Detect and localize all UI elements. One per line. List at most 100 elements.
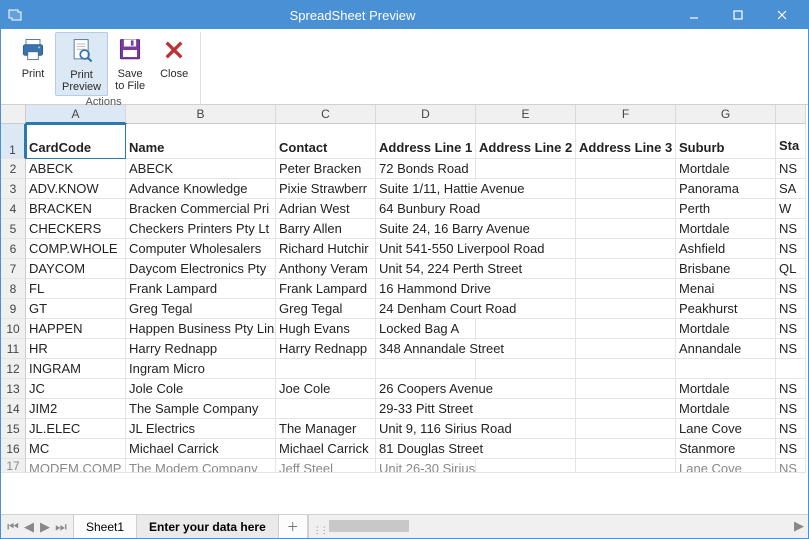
spreadsheet-area[interactable]: ABCDEFG1CardCodeNameContactAddress Line … [1, 105, 808, 514]
select-all-corner[interactable] [1, 105, 26, 124]
cell-A12[interactable]: INGRAM [26, 359, 126, 379]
col-header-F[interactable]: F [576, 105, 676, 124]
cell-C8[interactable]: Frank Lampard [276, 279, 376, 299]
cell-D15[interactable]: Unit 9, 116 Sirius Road [376, 419, 476, 439]
cell-A11[interactable]: HR [26, 339, 126, 359]
hscroll-track[interactable]: ▶ [308, 515, 808, 538]
cell-G14[interactable]: Mortdale [676, 399, 776, 419]
col-header-D[interactable]: D [376, 105, 476, 124]
row-header-17[interactable]: 17 [1, 459, 26, 473]
cell-A2[interactable]: ABECK [26, 159, 126, 179]
cell-F4[interactable] [576, 199, 676, 219]
cell-B5[interactable]: Checkers Printers Pty Lt [126, 219, 276, 239]
cell-G12[interactable] [676, 359, 776, 379]
header-cell-partial[interactable]: Sta [776, 124, 806, 159]
cell-H16[interactable]: NS [776, 439, 806, 459]
save-to-file-button[interactable]: Save to File [108, 32, 152, 96]
cell-E16[interactable] [476, 439, 576, 459]
print-button[interactable]: Print [11, 32, 55, 96]
cell-B13[interactable]: Jole Cole [126, 379, 276, 399]
cell-F9[interactable] [576, 299, 676, 319]
cell-C11[interactable]: Harry Rednapp [276, 339, 376, 359]
cell-D17[interactable]: Unit 26-30 Sirius Lane [376, 459, 476, 473]
cell-G4[interactable]: Perth [676, 199, 776, 219]
row-header-6[interactable]: 6 [1, 239, 26, 259]
cell-C10[interactable]: Hugh Evans [276, 319, 376, 339]
cell-G16[interactable]: Stanmore [676, 439, 776, 459]
cell-E12[interactable] [476, 359, 576, 379]
col-header-C[interactable]: C [276, 105, 376, 124]
cell-A6[interactable]: COMP.WHOLE [26, 239, 126, 259]
cell-G7[interactable]: Brisbane [676, 259, 776, 279]
cell-C16[interactable]: Michael Carrick [276, 439, 376, 459]
row-header-10[interactable]: 10 [1, 319, 26, 339]
cell-F12[interactable] [576, 359, 676, 379]
cell-B11[interactable]: Harry Rednapp [126, 339, 276, 359]
cell-G17[interactable]: Lane Cove [676, 459, 776, 473]
cell-B10[interactable]: Happen Business Pty Lin [126, 319, 276, 339]
row-header-8[interactable]: 8 [1, 279, 26, 299]
cell-E4[interactable] [476, 199, 576, 219]
cell-B15[interactable]: JL Electrics [126, 419, 276, 439]
tab-splitter-grip-icon[interactable] [313, 521, 321, 531]
cell-C17[interactable]: Jeff Steel [276, 459, 376, 473]
close-file-button[interactable]: Close [152, 32, 196, 96]
tab-first-icon[interactable]: ⏮ [5, 518, 21, 536]
cell-B12[interactable]: Ingram Micro [126, 359, 276, 379]
cell-D12[interactable] [376, 359, 476, 379]
cell-B17[interactable]: The Modem Company [126, 459, 276, 473]
cell-A4[interactable]: BRACKEN [26, 199, 126, 219]
cell-D7[interactable]: Unit 54, 224 Perth Street [376, 259, 476, 279]
cell-D13[interactable]: 26 Coopers Avenue [376, 379, 476, 399]
cell-F7[interactable] [576, 259, 676, 279]
cell-A5[interactable]: CHECKERS [26, 219, 126, 239]
header-cell-F[interactable]: Address Line 3 [576, 124, 676, 159]
cell-E2[interactable] [476, 159, 576, 179]
cell-E14[interactable] [476, 399, 576, 419]
cell-F17[interactable] [576, 459, 676, 473]
row-header-12[interactable]: 12 [1, 359, 26, 379]
tab-last-icon[interactable]: ⏭ [53, 518, 69, 536]
cell-D5[interactable]: Suite 24, 16 Barry Avenue [376, 219, 476, 239]
cell-D11[interactable]: 348 Annandale Street [376, 339, 476, 359]
row-header-4[interactable]: 4 [1, 199, 26, 219]
row-header-5[interactable]: 5 [1, 219, 26, 239]
cell-H3[interactable]: SA [776, 179, 806, 199]
cell-A15[interactable]: JL.ELEC [26, 419, 126, 439]
cell-D9[interactable]: 24 Denham Court Road [376, 299, 476, 319]
minimize-button[interactable] [674, 3, 714, 27]
header-cell-G[interactable]: Suburb [676, 124, 776, 159]
cell-C2[interactable]: Peter Bracken [276, 159, 376, 179]
cell-G9[interactable]: Peakhurst [676, 299, 776, 319]
row-header-7[interactable]: 7 [1, 259, 26, 279]
cell-D6[interactable]: Unit 541-550 Liverpool Road [376, 239, 476, 259]
cell-H7[interactable]: QL [776, 259, 806, 279]
row-header-1[interactable]: 1 [1, 124, 26, 159]
cell-H9[interactable]: NS [776, 299, 806, 319]
cell-C7[interactable]: Anthony Veram [276, 259, 376, 279]
cell-H4[interactable]: W [776, 199, 806, 219]
cell-H10[interactable]: NS [776, 319, 806, 339]
cell-B4[interactable]: Bracken Commercial Pri [126, 199, 276, 219]
cell-H5[interactable]: NS [776, 219, 806, 239]
col-header-B[interactable]: B [126, 105, 276, 124]
header-cell-A[interactable]: CardCode [26, 124, 126, 159]
col-header-E[interactable]: E [476, 105, 576, 124]
col-header-partial[interactable] [776, 105, 806, 124]
cell-A3[interactable]: ADV.KNOW [26, 179, 126, 199]
cell-G6[interactable]: Ashfield [676, 239, 776, 259]
cell-C13[interactable]: Joe Cole [276, 379, 376, 399]
maximize-button[interactable] [718, 3, 758, 27]
cell-E10[interactable] [476, 319, 576, 339]
cell-A10[interactable]: HAPPEN [26, 319, 126, 339]
cell-B3[interactable]: Advance Knowledge [126, 179, 276, 199]
cell-D4[interactable]: 64 Bunbury Road [376, 199, 476, 219]
header-cell-C[interactable]: Contact [276, 124, 376, 159]
cell-F16[interactable] [576, 439, 676, 459]
row-header-16[interactable]: 16 [1, 439, 26, 459]
cell-A7[interactable]: DAYCOM [26, 259, 126, 279]
tab-add-button[interactable]: ＋ [279, 515, 308, 538]
cell-D8[interactable]: 16 Hammond Drive [376, 279, 476, 299]
cell-H17[interactable]: NS [776, 459, 806, 473]
cell-F3[interactable] [576, 179, 676, 199]
